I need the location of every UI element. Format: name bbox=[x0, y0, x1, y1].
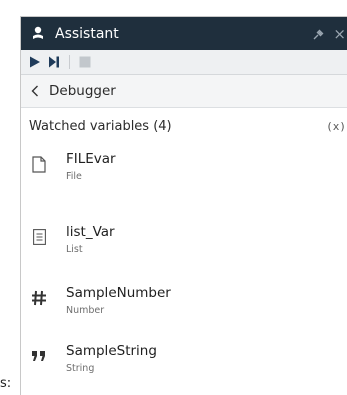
stop-button[interactable] bbox=[78, 55, 92, 69]
assistant-logo-icon bbox=[33, 26, 43, 39]
variable-item-samplenumber[interactable]: SampleNumber Number bbox=[21, 279, 347, 325]
assistant-panel: Assistant × Debugger Watched variables (… bbox=[20, 16, 347, 395]
watched-variables-heading: Watched variables (4) bbox=[29, 118, 172, 134]
watched-variables-header: Watched variables (4) (x) bbox=[21, 108, 347, 144]
variable-item-list-var[interactable]: list_Var List bbox=[21, 218, 347, 264]
variable-name: FILEvar bbox=[66, 151, 116, 167]
variable-type: String bbox=[66, 363, 95, 374]
variable-name: list_Var bbox=[66, 224, 115, 240]
stop-icon bbox=[79, 56, 91, 68]
run-button[interactable] bbox=[28, 55, 42, 69]
play-icon bbox=[30, 56, 40, 68]
stray-text: s: bbox=[0, 376, 12, 391]
panel-titlebar: Assistant × bbox=[21, 17, 347, 50]
debug-toolbar bbox=[21, 50, 347, 75]
back-icon[interactable] bbox=[30, 85, 40, 97]
debugger-navbar: Debugger bbox=[21, 75, 347, 108]
file-icon bbox=[31, 155, 47, 173]
quote-icon bbox=[31, 347, 47, 365]
variable-type: Number bbox=[66, 305, 105, 316]
variable-name: SampleString bbox=[66, 343, 157, 359]
variable-type: File bbox=[66, 171, 82, 182]
panel-title: Assistant bbox=[55, 25, 119, 42]
list-icon bbox=[31, 228, 47, 246]
close-icon[interactable]: × bbox=[333, 25, 346, 43]
variable-name: SampleNumber bbox=[66, 285, 171, 301]
step-button[interactable] bbox=[47, 55, 61, 69]
toolbar-separator bbox=[69, 55, 70, 69]
pin-icon[interactable] bbox=[311, 26, 327, 42]
variable-item-samplestring[interactable]: SampleString String bbox=[21, 337, 347, 383]
variable-item-filevar[interactable]: FILEvar File bbox=[21, 145, 347, 191]
step-icon bbox=[49, 56, 59, 68]
add-variable-icon[interactable]: (x) bbox=[326, 120, 346, 133]
variable-type: List bbox=[66, 244, 83, 255]
hash-icon bbox=[31, 289, 47, 307]
nav-title: Debugger bbox=[49, 83, 116, 99]
